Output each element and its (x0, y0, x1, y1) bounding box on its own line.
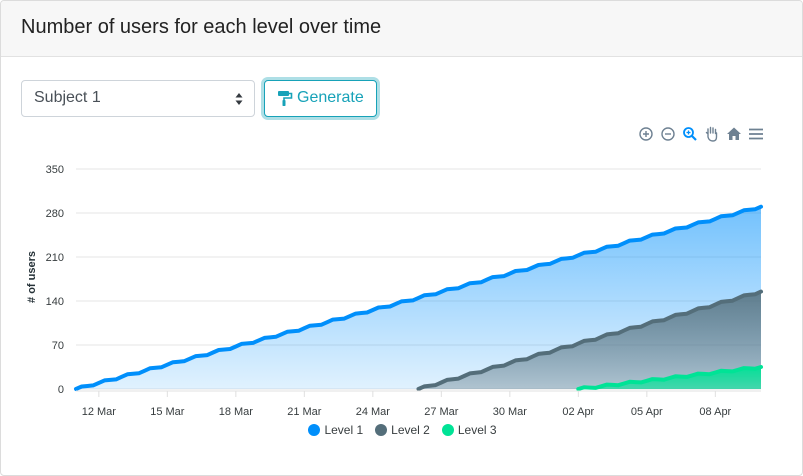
x-tick-label: 08 Apr (699, 406, 731, 418)
chart-card: Number of users for each level over time… (0, 0, 803, 476)
x-tick-label: 05 Apr (631, 406, 663, 418)
users-area-chart: 0 70 140 210 280 350 12 Mar 15 Mar 18 Mar 21 Mar… (26, 164, 763, 418)
card-header: Number of users for each level over time (1, 1, 802, 57)
x-tick-label: 15 Mar (150, 406, 185, 418)
legend-label: Level 2 (391, 423, 430, 437)
y-axis-label: # of users (26, 251, 38, 303)
x-tick-label: 18 Mar (219, 406, 254, 418)
x-axis-ticks: 12 Mar 15 Mar 18 Mar 21 Mar 24 Mar 27 Mar 30 M… (76, 390, 761, 418)
y-tick-label: 70 (52, 340, 64, 352)
legend-item[interactable]: Level 3 (441, 423, 497, 437)
legend-item[interactable]: Level 2 (375, 423, 430, 437)
subject-select-value: Subject 1 (34, 89, 101, 106)
y-tick-label: 0 (58, 384, 64, 396)
legend-marker (308, 424, 321, 436)
legend-label: Level 1 (324, 423, 364, 437)
y-tick-label: 210 (46, 252, 64, 264)
y-axis-ticks: 0 70 140 210 280 350 (46, 164, 64, 396)
controls-row: Subject 1 Generate (21, 78, 377, 118)
x-tick-label: 21 Mar (287, 406, 322, 418)
generate-button[interactable]: Generate (264, 79, 377, 117)
chart-legend: Level 1 Level 2 Level 3 (1, 423, 802, 437)
page-title: Number of users for each level over time (21, 16, 382, 38)
y-tick-label: 140 (46, 296, 64, 308)
x-tick-label: 02 Apr (562, 406, 594, 418)
paint-roller-icon (278, 91, 293, 106)
legend-marker (375, 424, 388, 436)
legend-item[interactable]: Level 1 (308, 423, 363, 437)
x-tick-label: 12 Mar (82, 406, 117, 418)
x-tick-label: 27 Mar (424, 406, 459, 418)
legend-label: Level 3 (457, 423, 497, 437)
x-tick-label: 30 Mar (493, 406, 528, 418)
y-tick-label: 350 (46, 164, 64, 176)
legend-marker (441, 424, 454, 436)
generate-button-label: Generate (297, 89, 364, 106)
select-caret-icon (235, 92, 243, 105)
y-tick-label: 280 (46, 208, 64, 220)
x-tick-label: 24 Mar (356, 406, 391, 418)
subject-select[interactable]: Subject 1 (21, 79, 255, 117)
